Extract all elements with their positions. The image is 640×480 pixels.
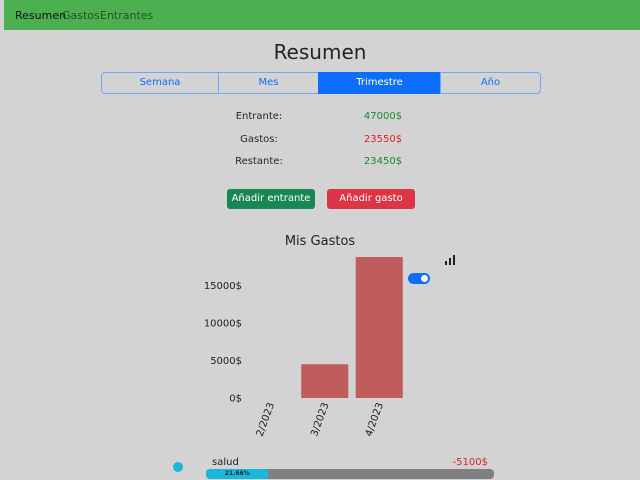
y-tick-label: 5000$ xyxy=(210,356,242,367)
income-label: Entrante: xyxy=(235,111,283,122)
expenses-label: Gastos: xyxy=(240,134,278,145)
tab-semana[interactable]: Semana xyxy=(101,72,219,94)
tab-trimestre[interactable]: Trimestre xyxy=(318,72,441,94)
nav-item-gastos[interactable]: Gastos xyxy=(62,9,100,22)
add-expense-button[interactable]: Añadir gasto xyxy=(327,189,415,209)
x-tick-label: 2/2023 xyxy=(255,401,277,438)
toggle-knob xyxy=(421,275,428,282)
y-tick-label: 10000$ xyxy=(204,319,242,330)
chart-toggle-switch[interactable] xyxy=(408,273,430,284)
bar-4-2023[interactable] xyxy=(355,257,403,398)
chart-title: Mis Gastos xyxy=(284,234,356,249)
nav-item-entrantes[interactable]: Entrantes xyxy=(100,9,153,22)
bar-3-2023[interactable] xyxy=(301,364,349,398)
category-name: salud xyxy=(212,457,239,468)
y-tick-label: 15000$ xyxy=(204,281,242,292)
category-color-dot xyxy=(173,462,183,472)
remaining-label: Restante: xyxy=(235,156,283,167)
remaining-value: 23450$ xyxy=(363,156,403,167)
tab-ano[interactable]: Año xyxy=(440,72,541,94)
x-tick-label: 4/2023 xyxy=(364,401,386,438)
add-income-button[interactable]: Añadir entrante xyxy=(227,189,315,209)
tab-mes[interactable]: Mes xyxy=(218,72,319,94)
income-value: 47000$ xyxy=(363,111,403,122)
category-progress-bar: 21.66% xyxy=(206,469,269,479)
signal-bars-icon[interactable] xyxy=(444,255,456,265)
expenses-value: 23550$ xyxy=(363,134,403,145)
category-progress: 21.66% xyxy=(206,469,494,479)
y-tick-label: 0$ xyxy=(229,394,242,405)
top-navbar: Resumen Gastos Entrantes xyxy=(4,0,640,30)
x-tick-label: 3/2023 xyxy=(309,401,331,438)
nav-item-resumen[interactable]: Resumen xyxy=(15,9,66,22)
category-amount: -5100$ xyxy=(452,457,488,468)
page-title: Resumen xyxy=(273,40,367,64)
period-tabs: Semana Mes Trimestre Año xyxy=(101,72,541,94)
